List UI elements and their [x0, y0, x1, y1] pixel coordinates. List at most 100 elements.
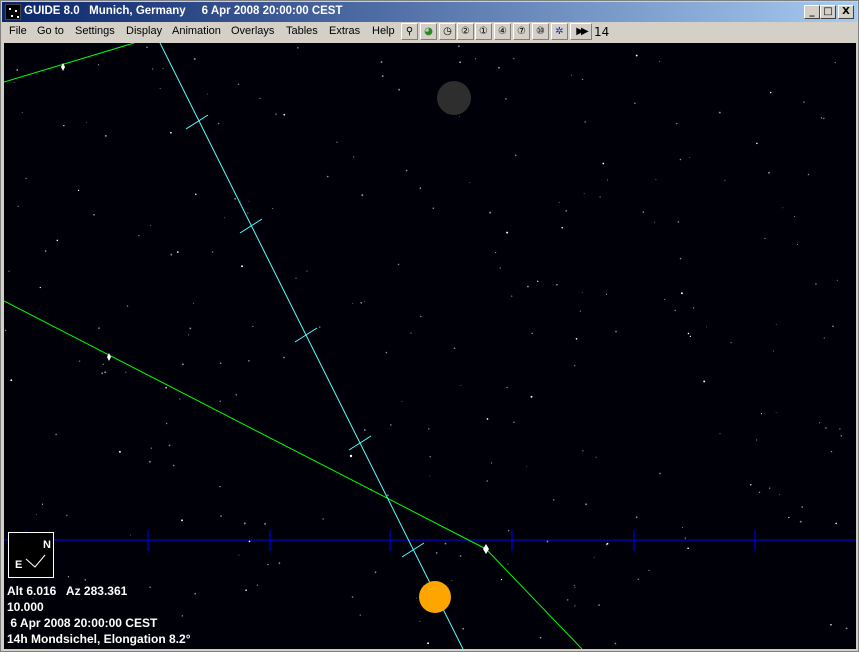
star [188, 334, 190, 336]
star [526, 285, 529, 288]
moon-disk[interactable] [437, 81, 471, 115]
star [459, 555, 462, 557]
star [719, 433, 721, 435]
title-bar[interactable]: GUIDE 8.0 Munich, Germany 6 Apr 2008 20:… [2, 2, 857, 22]
star [170, 253, 173, 256]
star [459, 116, 461, 118]
close-button[interactable]: X [838, 5, 854, 19]
star [807, 173, 810, 176]
minimize-button[interactable]: _ [804, 5, 820, 19]
star-pattern-icon[interactable]: ✲ [551, 23, 568, 40]
star [219, 362, 222, 364]
star [687, 332, 690, 335]
star [530, 395, 533, 398]
star [575, 338, 578, 340]
moon-path-line [159, 43, 464, 649]
star [84, 579, 86, 581]
star [252, 325, 254, 327]
star [427, 642, 430, 645]
star [655, 179, 657, 181]
star [150, 225, 152, 227]
star [217, 122, 220, 125]
star [474, 58, 477, 60]
zoom-1-icon[interactable]: ① [475, 23, 492, 40]
star [21, 111, 23, 113]
zoom-2-icon[interactable]: ② [457, 23, 474, 40]
star [614, 642, 617, 645]
sun-disk[interactable] [419, 581, 451, 613]
ecliptic-line [4, 43, 583, 649]
menu-overlays[interactable]: Overlays [231, 25, 274, 37]
star [86, 121, 87, 123]
fast-forward-icon[interactable]: ▶▶ [570, 23, 592, 40]
star [782, 207, 784, 209]
star [211, 251, 214, 253]
clock-icon[interactable]: ◷ [439, 23, 456, 40]
star [491, 462, 492, 464]
star [458, 45, 460, 48]
window-title: GUIDE 8.0 Munich, Germany 6 Apr 2008 20:… [24, 5, 343, 17]
star [598, 604, 600, 606]
star [830, 623, 832, 626]
star [803, 101, 805, 103]
menu-tables[interactable]: Tables [286, 25, 318, 37]
star [428, 428, 430, 430]
maximize-button[interactable]: □ [820, 5, 836, 19]
menu-animation[interactable]: Animation [172, 25, 221, 37]
star [405, 169, 408, 172]
star [680, 292, 683, 295]
star [583, 193, 585, 195]
app-window: GUIDE 8.0 Munich, Germany 6 Apr 2008 20:… [0, 0, 859, 652]
star [606, 542, 609, 545]
sky-chart-canvas[interactable] [4, 43, 856, 649]
star [500, 578, 503, 581]
star [168, 444, 171, 447]
sky-chart[interactable]: N E Alt 6.016 Az 283.361 10.000 6 Apr 20… [4, 43, 856, 649]
star [150, 447, 152, 449]
star [25, 177, 27, 180]
compass-rose: N E [8, 532, 54, 578]
zoom-10-icon[interactable]: ⑩ [532, 23, 549, 40]
star [637, 578, 640, 581]
star [460, 384, 462, 386]
star [247, 212, 249, 214]
star [486, 418, 489, 420]
star [275, 113, 277, 115]
star [415, 597, 417, 599]
menu-extras[interactable]: Extras [329, 25, 360, 37]
star [351, 596, 354, 598]
star [98, 327, 100, 329]
star [295, 277, 297, 279]
star [684, 537, 686, 539]
star [63, 125, 65, 127]
zoom-4-icon[interactable]: ④ [494, 23, 511, 40]
star [539, 636, 542, 639]
star [836, 279, 838, 281]
star [486, 480, 489, 482]
zoom-7-icon[interactable]: ⑦ [513, 23, 530, 40]
app-icon[interactable] [5, 4, 21, 20]
planet-icon[interactable]: ◕ [420, 23, 437, 40]
star [462, 627, 465, 630]
star [468, 181, 470, 183]
star [579, 310, 581, 312]
star [565, 209, 568, 212]
star [272, 207, 274, 209]
star [724, 179, 726, 181]
star [788, 516, 790, 519]
star [172, 464, 175, 467]
star [104, 371, 107, 374]
star [760, 413, 762, 415]
menu-file[interactable]: File [9, 25, 27, 37]
menu-goto[interactable]: Go to [37, 25, 64, 37]
menu-help[interactable]: Help [372, 25, 395, 37]
menu-settings[interactable]: Settings [75, 25, 115, 37]
star [363, 301, 365, 303]
menu-display[interactable]: Display [126, 25, 162, 37]
telescope-icon[interactable]: ⚲ [401, 23, 418, 40]
star-field [5, 45, 848, 645]
star [775, 323, 777, 325]
star [769, 91, 772, 94]
star [494, 251, 497, 254]
star [499, 267, 501, 269]
